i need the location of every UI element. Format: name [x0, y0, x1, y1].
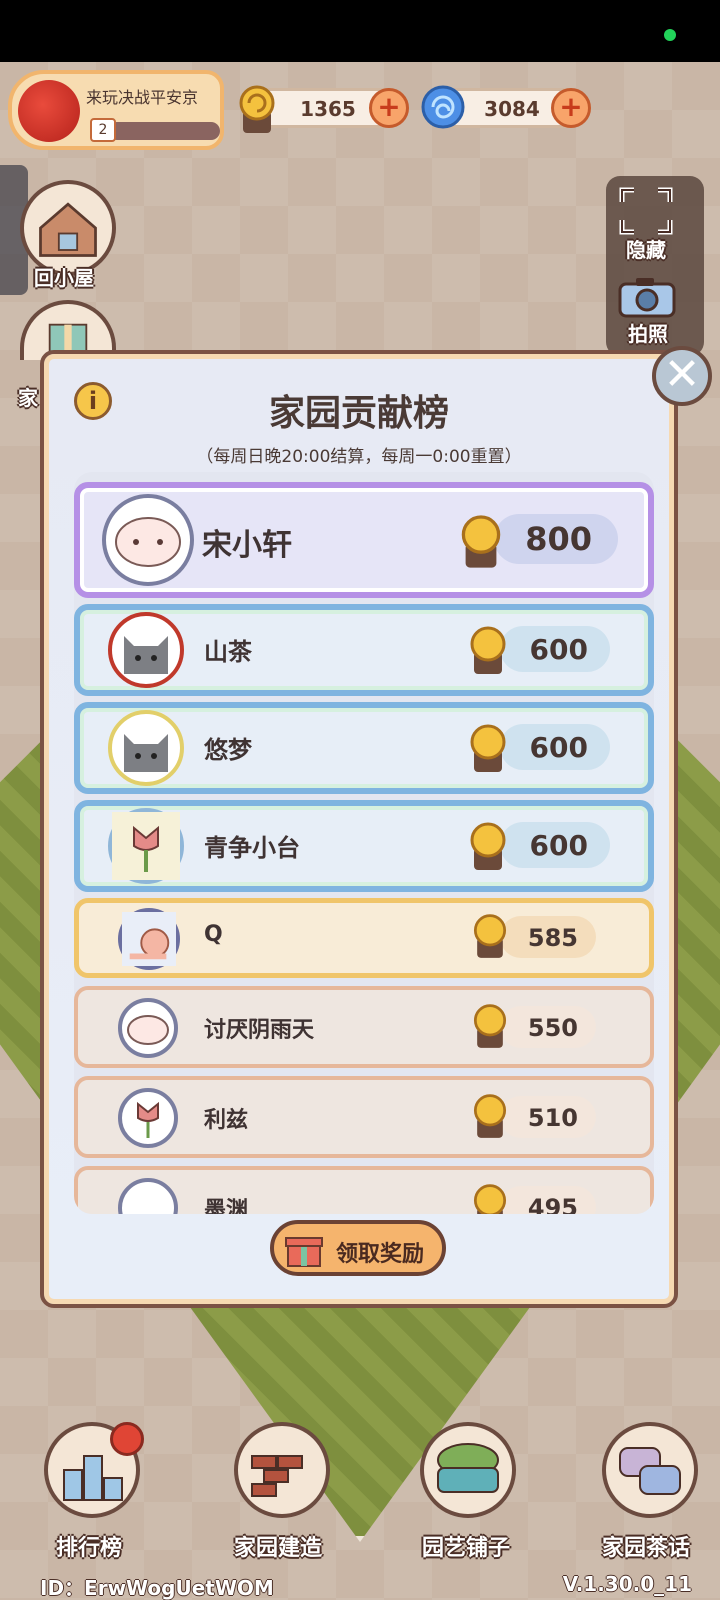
golden-snail-icon	[470, 626, 506, 674]
rose-avatar-icon	[18, 80, 80, 142]
ranking-row: 利兹 510	[74, 1076, 654, 1158]
golden-snail-icon	[239, 85, 275, 133]
gift-icon	[285, 1237, 323, 1267]
player-name: 山茶	[204, 638, 252, 666]
score-value: 800	[494, 514, 618, 564]
player-name: 来玩决战平安京	[86, 88, 199, 107]
swirl-currency: 3084 +	[421, 85, 591, 129]
golden-snail-icon	[461, 515, 501, 568]
photo-label: 拍照	[628, 322, 668, 346]
score-value: 495	[500, 1186, 596, 1214]
gold-currency: 1365 +	[239, 85, 409, 133]
nav-chat-label: 家园茶话	[602, 1536, 691, 1561]
golden-snail-icon	[473, 914, 507, 958]
sheep-avatar[interactable]	[102, 494, 194, 586]
score-value: 600	[500, 822, 610, 868]
score-value: 585	[500, 916, 596, 958]
golden-snail-icon	[470, 822, 506, 870]
player-name: 利兹	[204, 1108, 249, 1133]
player-name: 悠梦	[204, 736, 252, 764]
golden-snail-icon	[473, 1184, 507, 1214]
level-badge: 2	[90, 118, 116, 142]
version-label: V.1.30.0_11	[562, 1572, 692, 1596]
nav-build-button[interactable]	[234, 1422, 330, 1518]
player-name: 墨渊	[204, 1198, 249, 1214]
notification-badge	[110, 1422, 144, 1456]
player-id: ID：ErwWogUetWOM	[40, 1576, 274, 1600]
house-icon	[39, 202, 97, 257]
score-value: 550	[500, 1006, 596, 1048]
ranking-row: 山茶 600	[74, 604, 654, 696]
player-name: 讨厌阴雨天	[204, 1018, 315, 1043]
golden-snail-icon	[473, 1004, 507, 1048]
player-card[interactable]: 来玩决战平安京 2	[8, 70, 224, 150]
ranking-row: 悠梦 600	[74, 702, 654, 794]
tulip-avatar[interactable]	[118, 1088, 178, 1148]
bricks-icon	[251, 1455, 303, 1497]
contribution-ranking-modal: i 家园贡献榜 （每周日晚20:00结算，每周一0:00重置） ✕ 宋小轩 80…	[40, 346, 712, 1308]
cat-avatar[interactable]	[108, 612, 184, 688]
hide-frame-icon[interactable]	[618, 186, 674, 236]
player-name: 青争小台	[204, 834, 300, 862]
cat-avatar[interactable]	[108, 710, 184, 786]
claim-reward-button[interactable]: 领取奖励	[270, 1220, 446, 1276]
nav-leaderboard-label: 排行榜	[56, 1536, 123, 1561]
player-name: Q	[204, 922, 223, 947]
modal-subtitle: （每周日晚20:00结算，每周一0:00重置）	[196, 447, 522, 467]
camera-icon[interactable]	[616, 274, 678, 320]
ranking-row: 墨渊 495	[74, 1166, 654, 1214]
gift-side-label: 家	[18, 386, 38, 410]
exp-bar	[108, 122, 220, 140]
nav-gardening-shop-label: 园艺铺子	[422, 1536, 511, 1561]
claim-reward-label: 领取奖励	[336, 1242, 425, 1267]
hide-label: 隐藏	[626, 238, 666, 262]
nav-gardening-shop-button[interactable]	[420, 1422, 516, 1518]
ranking-row: 青争小台 600	[74, 800, 654, 892]
planter-icon	[437, 1443, 499, 1493]
camera-indicator-icon	[664, 29, 676, 41]
tulip-avatar[interactable]	[108, 808, 184, 884]
chat-icon	[619, 1447, 681, 1495]
score-value: 600	[500, 724, 610, 770]
nav-build-label: 家园建造	[234, 1536, 323, 1561]
score-value: 600	[500, 626, 610, 672]
snail-avatar[interactable]	[118, 908, 180, 970]
add-swirl-button[interactable]: +	[551, 88, 591, 128]
modal-title: 家园贡献榜	[268, 393, 449, 434]
close-button[interactable]: ✕	[652, 346, 712, 406]
ranking-row: Q 585	[74, 898, 654, 978]
swirl-amount: 3084	[484, 97, 540, 121]
ranking-row: 宋小轩 800	[74, 482, 654, 598]
nav-chat-button[interactable]	[602, 1422, 698, 1518]
golden-snail-icon	[473, 1094, 507, 1138]
gold-amount: 1365	[300, 97, 356, 121]
ranking-list[interactable]: 宋小轩 800 山茶 600 悠梦 600 青争小台 600 Q 585 讨厌阴…	[74, 472, 654, 1214]
blue-swirl-icon	[421, 85, 465, 129]
sheep-avatar[interactable]	[118, 998, 178, 1058]
back-home-label: 回小屋	[34, 266, 94, 290]
add-gold-button[interactable]: +	[369, 88, 409, 128]
status-bar	[0, 0, 720, 62]
golden-snail-icon	[470, 724, 506, 772]
player-name: 宋小轩	[202, 528, 292, 563]
ranking-row: 讨厌阴雨天 550	[74, 986, 654, 1068]
score-value: 510	[500, 1096, 596, 1138]
